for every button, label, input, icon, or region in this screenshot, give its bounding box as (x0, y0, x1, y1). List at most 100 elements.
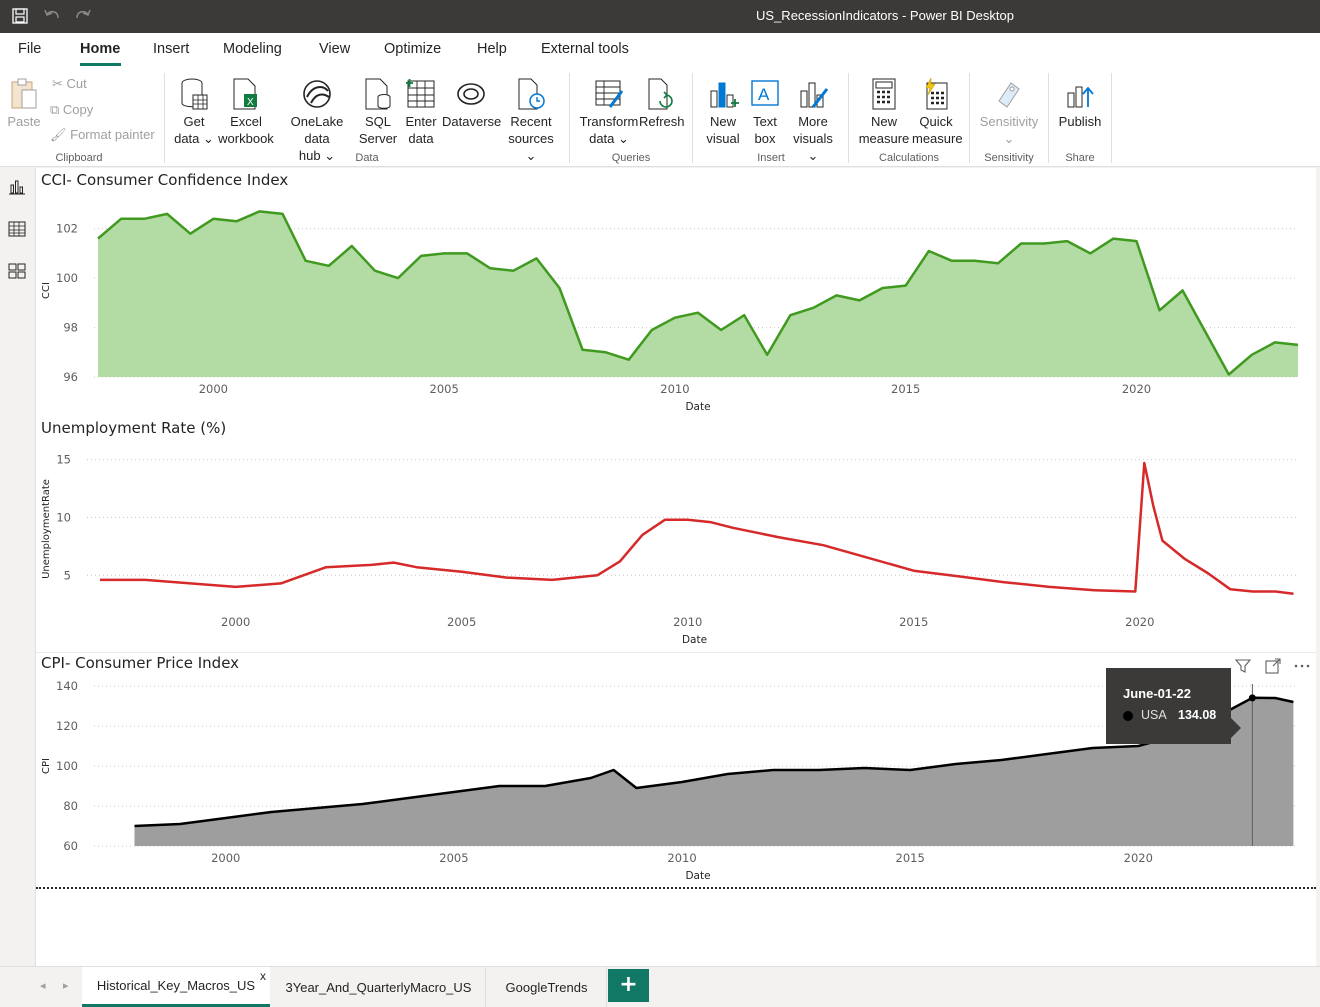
svg-text:X: X (247, 97, 254, 108)
new-measure-button[interactable]: New measure (858, 77, 910, 147)
sql-server-button[interactable]: SQL Server (358, 77, 398, 147)
refresh-label: Refresh (639, 114, 685, 129)
copy-label: Copy (62, 102, 94, 117)
group-sensitivity: Sensitivity (984, 152, 1034, 164)
sql-label-1: SQL (364, 114, 391, 129)
publish-icon (1067, 86, 1094, 108)
sensitivity-button[interactable]: Sensitivity ⌄ (978, 77, 1040, 147)
copy-button[interactable]: ⧉ Copy (50, 101, 93, 118)
cut-button[interactable]: ✂ Cut (52, 75, 87, 92)
enter-data-button[interactable]: Enter data (402, 77, 440, 147)
group-clipboard: Clipboard (55, 152, 103, 164)
y-axis-label: CCI (41, 282, 52, 299)
excel-label-2: workbook (218, 131, 274, 146)
tab-external-tools[interactable]: External tools (541, 41, 629, 57)
onelake-data-hub-button[interactable]: OneLake data hub ⌄ (277, 77, 357, 164)
more-visuals-button[interactable]: More visuals ⌄ (786, 77, 840, 164)
cut-label: Cut (66, 76, 87, 91)
sql-server-icon (365, 78, 391, 110)
x-tick-label: 2015 (891, 382, 920, 396)
get-data-label-2: data ⌄ (174, 131, 214, 146)
page-boundary (36, 887, 1316, 889)
page-tab-3year-quarterly[interactable]: 3Year_And_QuarterlyMacro_US (272, 967, 486, 1007)
publish-button[interactable]: Publish (1056, 77, 1104, 130)
transform-data-icon (595, 80, 624, 108)
page-tab-googletrends[interactable]: GoogleTrends (487, 967, 607, 1007)
format-painter-button[interactable]: 🖌 Format painter (50, 126, 155, 143)
page-tab-historical[interactable]: Historical_Key_Macros_US x (82, 967, 270, 1007)
x-tick-label: 2020 (1122, 382, 1151, 396)
publish-label: Publish (1058, 114, 1102, 129)
more-visuals-label-1: More (798, 114, 828, 129)
tab-home[interactable]: Home (80, 41, 120, 57)
model-icon[interactable] (8, 262, 28, 282)
dataverse-button[interactable]: Dataverse (442, 77, 501, 130)
excel-label-1: Excel (230, 114, 262, 129)
y-tick-label: 80 (63, 799, 78, 813)
close-icon[interactable]: x (260, 969, 266, 983)
tooltip-series-marker (1123, 711, 1133, 721)
y-tick-label: 140 (56, 679, 78, 693)
chevron-left-icon[interactable]: ◂ (40, 979, 46, 992)
quick-measure-icon (925, 77, 948, 110)
divider (1048, 73, 1049, 163)
new-visual-label-2: visual (706, 131, 740, 146)
quick-measure-button[interactable]: Quick measure (912, 77, 963, 147)
tab-view[interactable]: View (319, 41, 350, 57)
transform-data-button[interactable]: Transform data ⌄ (578, 77, 640, 147)
add-page-button[interactable]: + (608, 969, 649, 1002)
window-title: US_RecessionIndicators - Power BI Deskto… (756, 8, 1014, 23)
y-tick-label: 60 (63, 839, 78, 853)
get-data-button[interactable]: Get data ⌄ (172, 77, 216, 147)
text-box-icon: A (751, 80, 779, 106)
table-icon[interactable] (8, 220, 28, 240)
canvas-edge (1316, 168, 1320, 966)
filter-icon[interactable] (1234, 657, 1252, 675)
chevron-right-icon[interactable]: ▸ (63, 979, 69, 992)
recent-sources-button[interactable]: Recent sources ⌄ (501, 77, 561, 164)
divider (164, 73, 165, 163)
tab-file[interactable]: File (18, 41, 41, 57)
x-tick-label: 2000 (221, 615, 250, 629)
more-options-icon[interactable] (1293, 657, 1311, 675)
ribbon: Paste ✂ Cut ⧉ Copy 🖌 Format painter Clip… (0, 69, 1320, 167)
x-tick-label: 2020 (1125, 615, 1154, 629)
y-tick-label: 100 (56, 759, 78, 773)
x-tick-label: 2005 (439, 851, 468, 865)
y-tick-label: 102 (56, 222, 78, 236)
paste-label: Paste (7, 114, 41, 129)
tab-insert[interactable]: Insert (153, 41, 189, 57)
unemployment-chart-title: Unemployment Rate (%) (41, 419, 227, 437)
tab-optimize[interactable]: Optimize (384, 41, 441, 57)
cci-chart-title: CCI- Consumer Confidence Index (41, 171, 289, 189)
quick-measure-label-1: Quick (919, 114, 953, 129)
enter-data-label-2: data (408, 131, 434, 146)
new-visual-button[interactable]: New visual (702, 77, 744, 147)
calculator-icon (872, 78, 896, 110)
transform-label-2: data ⌄ (589, 131, 629, 146)
x-tick-label: 2015 (899, 615, 928, 629)
menu-bar: File Home Insert Modeling View Optimize … (0, 33, 1320, 69)
svg-text:A: A (758, 85, 770, 104)
sensitivity-chevron-icon: ⌄ (1003, 131, 1015, 146)
bar-chart-icon[interactable] (8, 178, 28, 198)
divider (848, 73, 849, 163)
text-box-button[interactable]: A Text box (745, 77, 785, 147)
enter-data-label-1: Enter (405, 114, 437, 129)
tab-help[interactable]: Help (477, 41, 507, 57)
focus-mode-icon[interactable] (1264, 657, 1282, 675)
dataverse-icon (457, 83, 485, 105)
excel-workbook-button[interactable]: X Excel workbook (216, 77, 276, 147)
cci-area-chart[interactable]: 96 98 100 102 2000 2005 2010 2015 2020 Date CCI (36, 192, 1316, 416)
divider (569, 73, 570, 163)
table-grid-icon (406, 79, 435, 108)
y-tick-label: 98 (63, 321, 78, 335)
refresh-button[interactable]: Refresh (639, 77, 685, 130)
paste-button[interactable]: Paste (6, 77, 42, 130)
tab-modeling[interactable]: Modeling (223, 41, 282, 57)
x-axis-label: Date (685, 870, 710, 882)
page-tab-label: Historical_Key_Macros_US (96, 978, 256, 993)
unemployment-line-chart[interactable]: 5 10 15 2000 2005 2010 2015 2020 Date Unemploymen… (36, 440, 1316, 650)
group-data: Data (355, 152, 379, 164)
onelake-icon (303, 80, 331, 108)
